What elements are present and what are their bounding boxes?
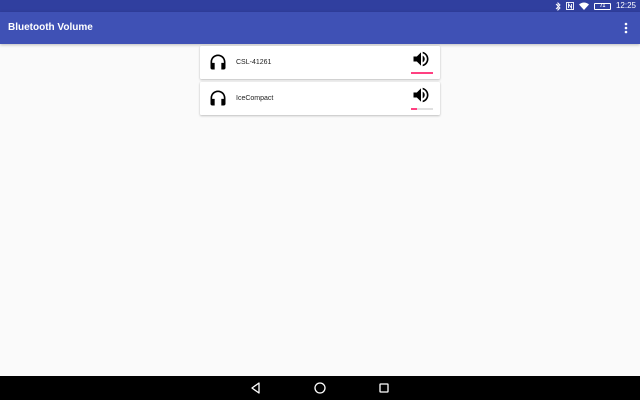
nfc-icon: [566, 2, 574, 10]
volume-bar-fill: [411, 108, 417, 110]
navigation-bar: [0, 376, 640, 400]
app-title: Bluetooth Volume: [8, 22, 93, 33]
volume-control[interactable]: [408, 49, 434, 77]
back-button[interactable]: [249, 381, 263, 395]
volume-up-icon: [413, 87, 429, 103]
headphones-icon: [210, 90, 226, 106]
volume-up-icon: [413, 51, 429, 67]
recents-icon: [379, 383, 389, 393]
clock: 12:25: [615, 1, 636, 10]
volume-bar-fill: [411, 72, 433, 74]
volume-bar[interactable]: [411, 108, 433, 110]
status-icons: 71 12:25: [555, 0, 636, 12]
overflow-menu-button[interactable]: [620, 20, 632, 36]
status-bar: 71 12:25: [0, 0, 640, 12]
recents-button[interactable]: [377, 381, 391, 395]
volume-control[interactable]: [408, 85, 434, 113]
headphones-icon: [210, 54, 226, 70]
overflow-menu-icon: [624, 22, 628, 34]
device-list: CSL-41261 IceCompact: [200, 46, 440, 118]
battery-icon: 71: [593, 2, 611, 10]
home-button[interactable]: [313, 381, 327, 395]
wifi-icon: [578, 2, 589, 10]
device-card[interactable]: CSL-41261: [200, 46, 440, 79]
device-name: CSL-41261: [236, 59, 272, 66]
bluetooth-icon: [555, 1, 561, 11]
device-card[interactable]: IceCompact: [200, 82, 440, 115]
volume-bar[interactable]: [411, 72, 433, 74]
device-name: IceCompact: [236, 95, 274, 102]
app-bar: Bluetooth Volume: [0, 12, 640, 44]
home-icon: [314, 382, 326, 394]
battery-level: 71: [599, 2, 606, 9]
back-icon: [251, 382, 260, 394]
